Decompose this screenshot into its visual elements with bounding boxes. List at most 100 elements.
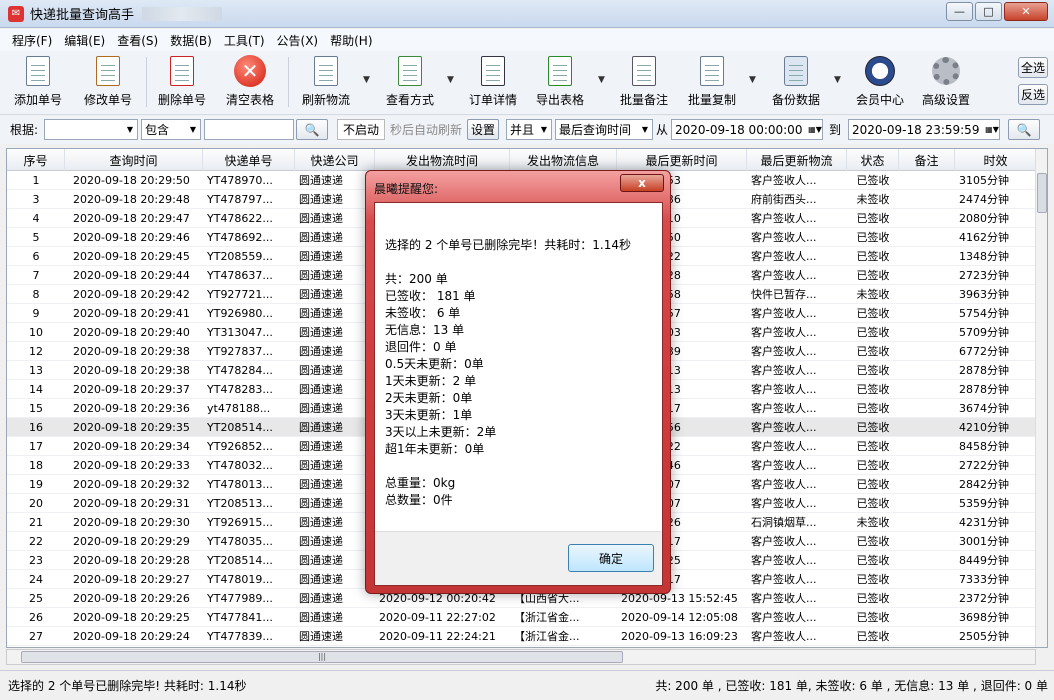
search-button[interactable]: 🔍 xyxy=(296,119,328,140)
table-cell: YT478637... xyxy=(207,269,273,282)
refresh-logistics-button[interactable]: 刷新物流 xyxy=(298,53,354,111)
table-cell: 4162分钟 xyxy=(959,231,1009,244)
dialog-close-button[interactable]: x xyxy=(620,174,664,192)
close-button[interactable]: ✕ xyxy=(1004,2,1048,21)
table-cell: YT926980... xyxy=(207,307,273,320)
menu-tools[interactable]: 工具(T) xyxy=(218,32,271,49)
vertical-scrollbar[interactable] xyxy=(1035,149,1047,647)
table-cell: 3674分钟 xyxy=(959,402,1009,415)
auto-refresh-label: 秒后自动刷新 xyxy=(390,123,463,137)
table-cell: 2020-09-18 20:29:32 xyxy=(73,478,190,491)
column-header[interactable]: 发出物流时间 xyxy=(375,149,510,171)
column-header[interactable]: 快递公司 xyxy=(295,149,375,171)
column-header[interactable]: 快递单号 xyxy=(203,149,295,171)
backup-dropdown-icon[interactable]: ▼ xyxy=(834,75,841,85)
table-cell: 圆通速递 xyxy=(299,573,343,586)
date-to-picker[interactable]: 2020-09-18 23:59:59 ▦▼ xyxy=(848,119,1000,140)
table-cell: 圆通速递 xyxy=(299,402,343,415)
column-header[interactable]: 最后更新时间 xyxy=(617,149,747,171)
invert-selection-button[interactable]: 反选 xyxy=(1018,84,1048,105)
column-header[interactable]: 序号 xyxy=(7,149,65,171)
dialog-line: 1天未更新：2 单 xyxy=(385,374,477,388)
table-cell xyxy=(899,380,955,399)
keyword-input[interactable] xyxy=(204,119,294,140)
ok-button[interactable]: 确定 xyxy=(568,544,654,572)
table-cell: 16 xyxy=(29,421,43,434)
table-cell xyxy=(899,285,955,304)
table-cell: 2020-09-18 20:29:47 xyxy=(73,212,190,225)
batch-copy-button[interactable]: 批量复制 xyxy=(684,53,740,111)
field-select[interactable]: ▼ xyxy=(44,119,138,140)
select-all-button[interactable]: 全选 xyxy=(1018,57,1048,78)
table-cell: 客户签收人... xyxy=(751,231,817,244)
column-header[interactable]: 备注 xyxy=(899,149,955,171)
table-row[interactable]: 26 2020-09-18 20:29:25 YT477841... 圆通速递 2020… xyxy=(7,608,1037,627)
table-cell: 9 xyxy=(32,307,40,320)
table-cell: 2020-09-18 20:29:29 xyxy=(73,535,190,548)
table-cell: 26 xyxy=(29,611,43,624)
table-cell: YT477839... xyxy=(207,630,273,643)
auto-refresh-input[interactable]: 不启动 xyxy=(337,119,385,140)
view-mode-dropdown-icon[interactable]: ▼ xyxy=(447,75,454,85)
dialog-line: 总重量：0kg xyxy=(385,476,456,490)
dialog-line: 已签收： 181 单 xyxy=(385,289,476,303)
match-select[interactable]: 包含 ▼ xyxy=(141,119,201,140)
maximize-button[interactable]: □ xyxy=(975,2,1002,21)
date-search-button[interactable]: 🔍 xyxy=(1008,119,1040,140)
date-from-picker[interactable]: 2020-09-18 00:00:00 ▦▼ xyxy=(671,119,823,140)
status-message: 选择的 2 个单号已删除完毕! 共耗时: 1.14秒 xyxy=(8,679,247,693)
table-cell: 已签收 xyxy=(856,345,890,358)
batch-note-button[interactable]: 批量备注 xyxy=(616,53,672,111)
table-cell xyxy=(899,475,955,494)
menu-help[interactable]: 帮助(H) xyxy=(324,32,378,49)
table-cell: 客户签收人... xyxy=(751,440,817,453)
export-dropdown-icon[interactable]: ▼ xyxy=(598,75,605,85)
table-cell: 客户签收人... xyxy=(751,326,817,339)
copy-dropdown-icon[interactable]: ▼ xyxy=(749,75,756,85)
column-header[interactable]: 时效 xyxy=(955,149,1037,171)
table-cell: 17 xyxy=(29,440,43,453)
table-cell: YT208514... xyxy=(207,554,273,567)
table-cell: 已签收 xyxy=(856,269,890,282)
set-button[interactable]: 设置 xyxy=(467,119,499,140)
minimize-button[interactable]: — xyxy=(946,2,973,21)
table-cell: 圆通速递 xyxy=(299,326,343,339)
column-header[interactable]: 最后更新物流 xyxy=(747,149,847,171)
table-cell: 2020-09-18 20:29:25 xyxy=(73,611,190,624)
time-field-select[interactable]: 最后查询时间 ▼ xyxy=(555,119,653,140)
export-table-button[interactable]: 导出表格 xyxy=(532,53,588,111)
refresh-dropdown-icon[interactable]: ▼ xyxy=(363,75,370,85)
delete-number-button[interactable]: 删除单号 xyxy=(154,53,210,111)
member-center-button[interactable]: 会员中心 xyxy=(852,53,908,111)
menu-data[interactable]: 数据(B) xyxy=(164,32,218,49)
menu-view[interactable]: 查看(S) xyxy=(111,32,164,49)
table-cell: 客户签收人... xyxy=(751,554,817,567)
backup-data-button[interactable]: 备份数据 xyxy=(768,53,824,111)
menu-edit[interactable]: 编辑(E) xyxy=(58,32,111,49)
view-mode-button[interactable]: 查看方式 xyxy=(382,53,438,111)
table-cell: 23 xyxy=(29,554,43,567)
edit-number-button[interactable]: 修改单号 xyxy=(80,53,136,111)
table-row[interactable]: 27 2020-09-18 20:29:24 YT477839... 圆通速递 2020… xyxy=(7,627,1037,646)
scroll-thumb[interactable]: ||| xyxy=(21,651,623,663)
table-cell: YT927837... xyxy=(207,345,273,358)
logic-select[interactable]: 并且 ▼ xyxy=(506,119,552,140)
table-cell xyxy=(899,247,955,266)
table-cell: 圆通速递 xyxy=(299,174,343,187)
horizontal-scrollbar[interactable]: ||| xyxy=(6,649,1036,665)
column-header[interactable]: 查询时间 xyxy=(65,149,203,171)
menu-notice[interactable]: 公告(X) xyxy=(271,32,325,49)
advanced-settings-button[interactable]: 高级设置 xyxy=(918,53,974,111)
column-header[interactable]: 状态 xyxy=(847,149,899,171)
table-cell: 2020-09-13 16:09:23 xyxy=(621,630,738,643)
table-cell: 圆通速递 xyxy=(299,345,343,358)
column-header[interactable]: 发出物流信息 xyxy=(510,149,617,171)
clear-table-button[interactable]: ✕ 清空表格 xyxy=(222,53,278,111)
menu-program[interactable]: 程序(F) xyxy=(6,32,58,49)
floppy-disk-icon xyxy=(780,53,812,89)
add-number-button[interactable]: 添加单号 xyxy=(10,53,66,111)
scroll-thumb[interactable] xyxy=(1037,173,1047,213)
table-cell: 已签收 xyxy=(856,402,890,415)
order-detail-button[interactable]: 订单详情 xyxy=(465,53,521,111)
table-cell: 3 xyxy=(32,193,40,206)
